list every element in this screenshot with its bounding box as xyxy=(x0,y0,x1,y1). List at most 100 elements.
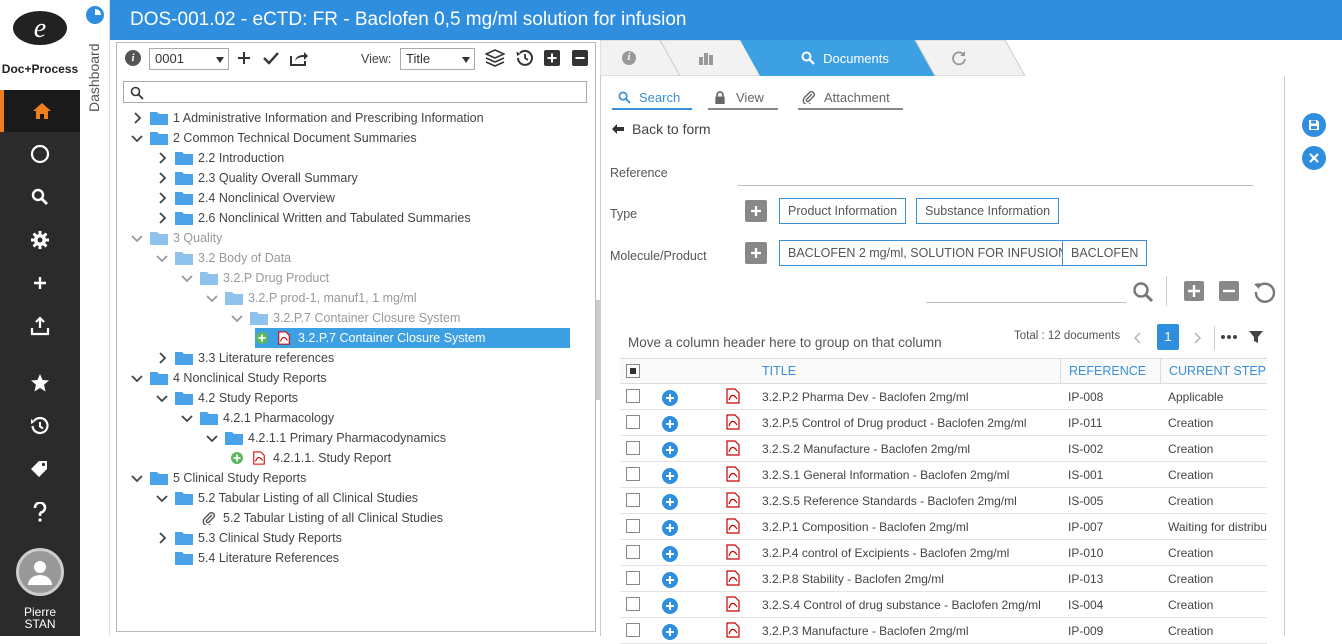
table-row[interactable]: 3.2.S.5 Reference Standards - Baclofen 2… xyxy=(620,488,1267,514)
pdf-icon[interactable] xyxy=(726,388,740,404)
tree-node[interactable]: 3.3 Literature references xyxy=(155,348,334,368)
back-to-form-link[interactable]: Back to form xyxy=(612,121,711,137)
chevron-right-icon[interactable] xyxy=(155,211,169,225)
tree-node[interactable]: 3.2.P.7 Container Closure System xyxy=(255,328,571,348)
chevron-right-icon[interactable] xyxy=(155,191,169,205)
table-row[interactable]: 3.2.P.4 control of Excipients - Baclofen… xyxy=(620,540,1267,566)
molecule-chip[interactable]: BACLOFEN 2 mg/ml, SOLUTION FOR INFUSION xyxy=(779,240,1077,266)
nav-tags[interactable] xyxy=(0,448,80,490)
row-checkbox[interactable] xyxy=(626,571,640,585)
chevron-down-icon[interactable] xyxy=(155,391,169,405)
info-icon[interactable]: i xyxy=(125,50,141,66)
tab-documents[interactable]: Documents xyxy=(760,40,930,76)
tree-node[interactable]: 3.2.P prod-1, manuf1, 1 mg/ml xyxy=(205,288,417,308)
add-icon[interactable] xyxy=(662,546,678,562)
chevron-right-icon[interactable] xyxy=(155,531,169,545)
pdf-icon[interactable] xyxy=(726,570,740,586)
dashboard-pie-icon[interactable] xyxy=(86,6,104,24)
chevron-down-icon[interactable] xyxy=(130,231,144,245)
tab-info[interactable]: i xyxy=(618,40,640,76)
tree-node[interactable]: 5.3 Clinical Study Reports xyxy=(155,528,342,548)
view-select[interactable]: Title xyxy=(400,48,475,70)
tree-node[interactable]: 4 Nonclinical Study Reports xyxy=(130,368,327,388)
nav-home[interactable] xyxy=(0,90,80,132)
chevron-down-icon[interactable] xyxy=(180,271,194,285)
chevron-down-icon[interactable] xyxy=(180,411,194,425)
tree-node[interactable]: 2.2 Introduction xyxy=(155,148,284,168)
expand-all-icon[interactable] xyxy=(544,50,560,66)
tab-stats[interactable] xyxy=(695,40,717,76)
reset-icon[interactable] xyxy=(1253,280,1277,304)
table-row[interactable]: 3.2.S.2 Manufacture - Baclofen 2mg/ml IS-… xyxy=(620,436,1267,462)
chevron-right-icon[interactable] xyxy=(130,111,144,125)
chevron-left-icon[interactable] xyxy=(1134,332,1142,344)
column-header-current-step[interactable]: CURRENT STEP xyxy=(1169,364,1266,378)
chevron-down-icon[interactable] xyxy=(155,491,169,505)
row-checkbox[interactable] xyxy=(626,441,640,455)
tree-node[interactable]: 3 Quality xyxy=(130,228,222,248)
column-header-reference[interactable]: REFERENCE xyxy=(1069,364,1146,378)
check-icon[interactable] xyxy=(263,51,279,65)
select-all-checkbox[interactable] xyxy=(626,364,640,378)
dashboard-label[interactable]: Dashboard xyxy=(86,44,102,113)
tree-node[interactable]: 2 Common Technical Document Summaries xyxy=(130,128,417,148)
nav-add[interactable] xyxy=(0,262,80,304)
tree-node[interactable]: 4.2.1 Pharmacology xyxy=(180,408,334,428)
add-molecule-button[interactable] xyxy=(745,242,767,264)
tree-node[interactable]: 3.2.P.7 Container Closure System xyxy=(230,308,460,328)
column-header-title[interactable]: TITLE xyxy=(762,364,796,378)
add-type-button[interactable] xyxy=(745,200,767,222)
export-icon[interactable] xyxy=(289,50,309,66)
add-icon[interactable] xyxy=(662,520,678,536)
row-checkbox[interactable] xyxy=(626,597,640,611)
tree-node[interactable]: 1 Administrative Information and Prescri… xyxy=(130,108,484,128)
tree-node[interactable]: 3.2.P Drug Product xyxy=(180,268,329,288)
table-row[interactable]: 3.2.P.8 Stability - Baclofen 2mg/ml IP-01… xyxy=(620,566,1267,592)
add-icon[interactable] xyxy=(662,494,678,510)
add-icon[interactable] xyxy=(662,468,678,484)
table-row[interactable]: 3.2.P.3 Manufacture - Baclofen 2mg/ml IP-… xyxy=(620,618,1267,644)
close-button[interactable] xyxy=(1302,146,1326,170)
add-icon[interactable] xyxy=(662,442,678,458)
add-row-icon[interactable] xyxy=(1184,281,1204,301)
table-row[interactable]: 3.2.P.2 Pharma Dev - Baclofen 2mg/ml IP-0… xyxy=(620,384,1267,410)
add-version-icon[interactable] xyxy=(255,331,269,345)
add-icon[interactable] xyxy=(662,390,678,406)
row-checkbox[interactable] xyxy=(626,519,640,533)
pdf-icon[interactable] xyxy=(726,466,740,482)
table-row[interactable]: 3.2.S.1 General Information - Baclofen 2… xyxy=(620,462,1267,488)
grid-search-input[interactable] xyxy=(926,302,1126,303)
table-row[interactable]: 3.2.P.1 Composition - Baclofen 2mg/ml IP-… xyxy=(620,514,1267,540)
chevron-down-icon[interactable] xyxy=(205,431,219,445)
chevron-right-icon[interactable] xyxy=(155,151,169,165)
subtab-attachment[interactable]: Attachment xyxy=(798,86,903,110)
search-icon[interactable] xyxy=(1132,281,1154,303)
chevron-right-icon[interactable] xyxy=(155,351,169,365)
row-checkbox[interactable] xyxy=(626,415,640,429)
chevron-right-icon[interactable] xyxy=(1193,332,1201,344)
nav-help[interactable] xyxy=(0,491,80,533)
tree-node[interactable]: 5.2 Tabular Listing of all Clinical Stud… xyxy=(180,508,443,528)
chevron-right-icon[interactable] xyxy=(155,171,169,185)
pdf-icon[interactable] xyxy=(726,544,740,560)
tree-node[interactable]: 4.2 Study Reports xyxy=(155,388,298,408)
pdf-icon[interactable] xyxy=(726,414,740,430)
tree-node[interactable]: 4.2.1.1. Study Report xyxy=(230,448,391,468)
remove-row-icon[interactable] xyxy=(1219,281,1239,301)
nav-compass[interactable] xyxy=(0,133,80,175)
pdf-icon[interactable] xyxy=(726,596,740,612)
table-row[interactable]: 3.2.P.5 Control of Drug product - Baclof… xyxy=(620,410,1267,436)
pdf-icon[interactable] xyxy=(726,518,740,534)
tree-node[interactable]: 2.4 Nonclinical Overview xyxy=(155,188,335,208)
chevron-down-icon[interactable] xyxy=(130,371,144,385)
group-by-hint[interactable]: Move a column header here to group on th… xyxy=(628,335,942,350)
tree-node[interactable]: 4.2.1.1 Primary Pharmacodynamics xyxy=(205,428,446,448)
row-checkbox[interactable] xyxy=(626,493,640,507)
row-checkbox[interactable] xyxy=(626,389,640,403)
nav-upload[interactable] xyxy=(0,305,80,347)
reference-input[interactable] xyxy=(738,185,1253,186)
type-chip[interactable]: Product Information xyxy=(779,198,907,224)
chevron-down-icon[interactable] xyxy=(130,471,144,485)
type-chip[interactable]: Substance Information xyxy=(916,198,1060,224)
subtab-view[interactable]: View xyxy=(708,86,778,110)
